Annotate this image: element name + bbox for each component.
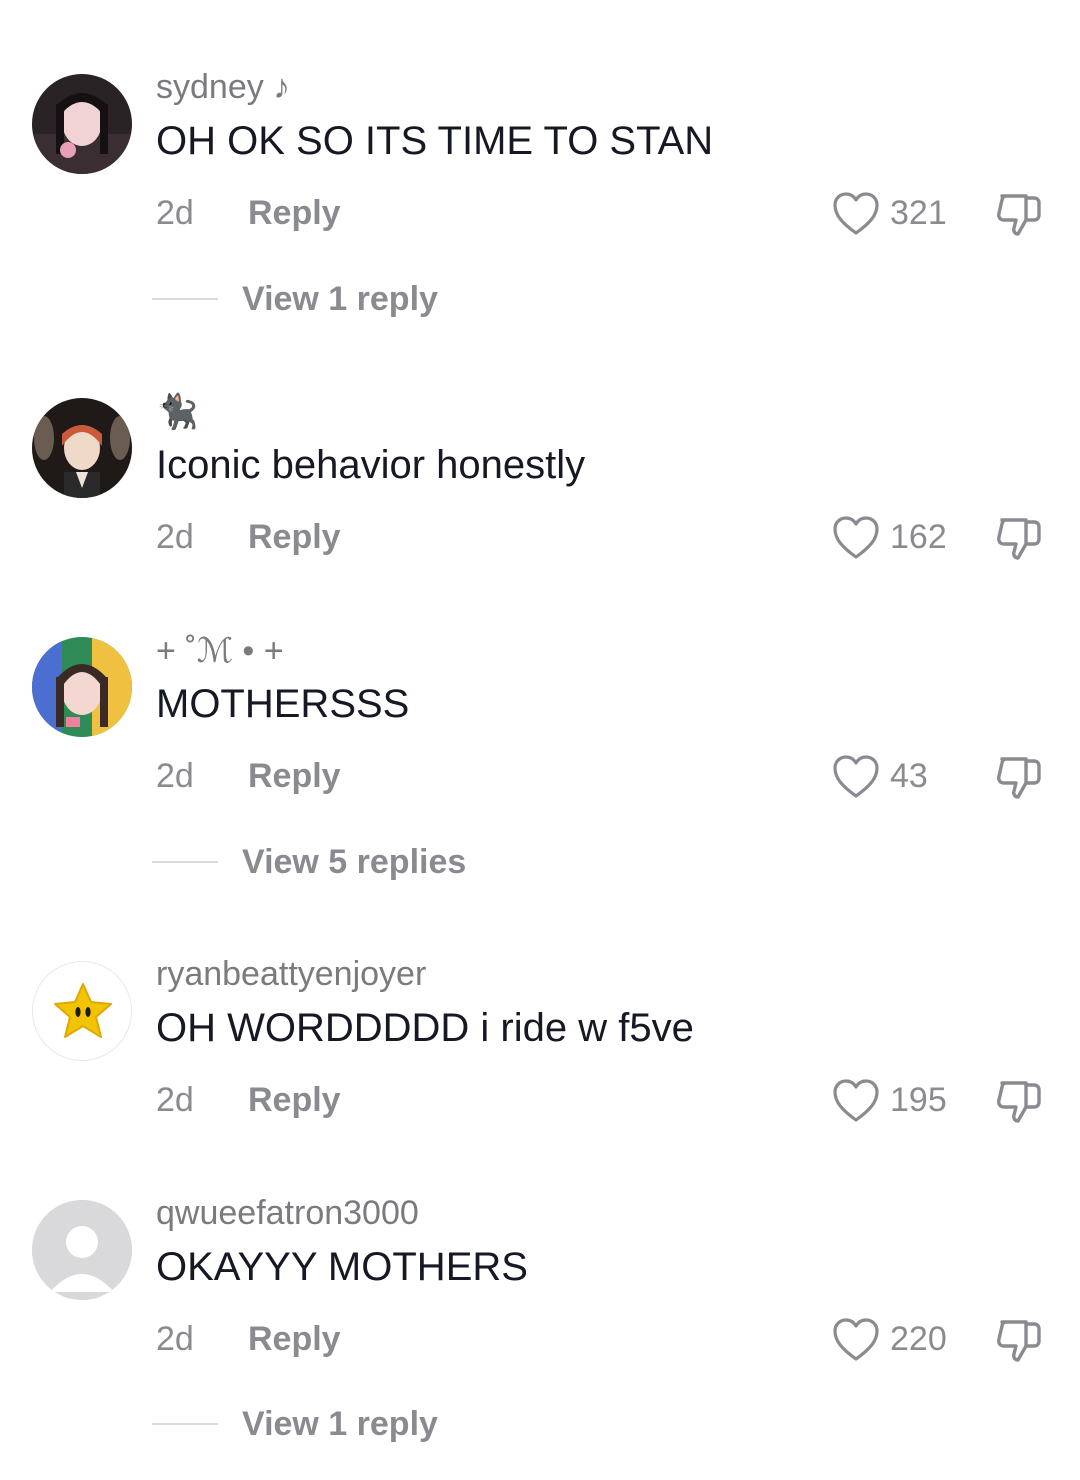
heart-outline-icon[interactable] xyxy=(832,1317,880,1363)
thumbs-down-outline-icon[interactable] xyxy=(994,514,1044,564)
like-count: 162 xyxy=(890,518,947,556)
reply-button[interactable]: Reply xyxy=(248,757,341,796)
comment-username[interactable]: 🐈‍⬛ xyxy=(156,392,198,432)
reply-button[interactable]: Reply xyxy=(248,1081,341,1120)
view-replies-divider xyxy=(152,861,218,863)
comment-timestamp: 2d xyxy=(156,757,194,795)
comment-username[interactable]: sydney ♪ xyxy=(156,68,290,107)
comment-timestamp: 2d xyxy=(156,194,194,232)
heart-outline-icon[interactable] xyxy=(832,1078,880,1124)
like-count: 321 xyxy=(890,194,947,232)
like-count: 43 xyxy=(890,757,928,795)
like-count: 195 xyxy=(890,1081,947,1119)
comment-text: OKAYYY MOTHERS xyxy=(156,1245,528,1289)
comment-text: Iconic behavior honestly xyxy=(156,443,586,487)
avatar[interactable] xyxy=(32,961,132,1061)
comment-text: OH WORDDDDD i ride w f5ve xyxy=(156,1006,694,1050)
view-replies-divider xyxy=(152,298,218,300)
reply-button[interactable]: Reply xyxy=(248,1320,341,1359)
comment-text: OH OK SO ITS TIME TO STAN xyxy=(156,119,714,163)
avatar[interactable] xyxy=(32,1200,132,1300)
comment-timestamp: 2d xyxy=(156,1320,194,1358)
heart-outline-icon[interactable] xyxy=(832,754,880,800)
view-replies-button[interactable]: View 5 replies xyxy=(242,843,466,882)
heart-outline-icon[interactable] xyxy=(832,515,880,561)
thumbs-down-outline-icon[interactable] xyxy=(994,753,1044,803)
comment-username[interactable]: ryanbeattyenjoyer xyxy=(156,955,426,994)
avatar[interactable] xyxy=(32,74,132,174)
comment-username[interactable]: qwueefatron3000 xyxy=(156,1194,419,1233)
comment-timestamp: 2d xyxy=(156,518,194,556)
comment-timestamp: 2d xyxy=(156,1081,194,1119)
avatar[interactable] xyxy=(32,398,132,498)
view-replies-divider xyxy=(152,1423,218,1425)
heart-outline-icon[interactable] xyxy=(832,191,880,237)
view-replies-button[interactable]: View 1 reply xyxy=(242,1405,438,1444)
like-count: 220 xyxy=(890,1320,947,1358)
comment-text: MOTHERSSS xyxy=(156,682,410,726)
thumbs-down-outline-icon[interactable] xyxy=(994,1316,1044,1366)
reply-button[interactable]: Reply xyxy=(248,518,341,557)
comment-username[interactable]: + ˚ℳ • + xyxy=(156,631,284,671)
reply-button[interactable]: Reply xyxy=(248,194,341,233)
avatar[interactable] xyxy=(32,637,132,737)
view-replies-button[interactable]: View 1 reply xyxy=(242,280,438,319)
thumbs-down-outline-icon[interactable] xyxy=(994,1077,1044,1127)
thumbs-down-outline-icon[interactable] xyxy=(994,190,1044,240)
